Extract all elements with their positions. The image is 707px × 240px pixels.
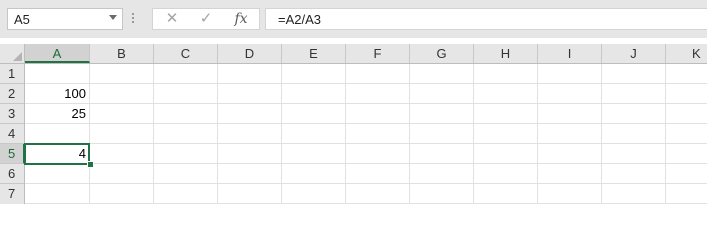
- formula-input[interactable]: =A2/A3: [265, 8, 707, 30]
- gridline: [25, 103, 707, 104]
- resize-grip-icon[interactable]: [132, 13, 135, 27]
- cell-a2[interactable]: 100: [25, 84, 89, 104]
- name-box[interactable]: A5: [7, 8, 123, 30]
- chevron-down-icon[interactable]: [109, 15, 117, 20]
- row-header-7[interactable]: 7: [0, 184, 24, 204]
- formula-text: =A2/A3: [278, 12, 322, 27]
- gridline: [25, 203, 707, 204]
- select-all-button[interactable]: [0, 44, 25, 64]
- insert-function-icon[interactable]: fx: [230, 10, 252, 28]
- cell-a3[interactable]: 25: [25, 104, 89, 124]
- gridline: [25, 143, 707, 144]
- gridline: [25, 83, 707, 84]
- column-header-k[interactable]: K: [666, 44, 707, 63]
- row-header-2[interactable]: 2: [0, 84, 24, 104]
- column-headers: A B C D E F G H I J K: [25, 44, 707, 64]
- column-header-h[interactable]: H: [474, 44, 538, 63]
- row-header-3[interactable]: 3: [0, 104, 24, 124]
- cell-area[interactable]: 100 25 4: [25, 64, 707, 204]
- row-header-5[interactable]: 5: [0, 144, 25, 164]
- formula-bar-area: A5 ✕ ✓ fx =A2/A3: [0, 0, 707, 38]
- column-header-a[interactable]: A: [25, 44, 90, 63]
- column-header-j[interactable]: J: [602, 44, 666, 63]
- worksheet-grid: A B C D E F G H I J K 1 2 3 4 5 6 7 100 …: [0, 38, 707, 204]
- cancel-icon[interactable]: ✕: [161, 10, 183, 28]
- column-header-i[interactable]: I: [538, 44, 602, 63]
- row-header-4[interactable]: 4: [0, 124, 24, 144]
- enter-icon[interactable]: ✓: [195, 10, 217, 28]
- column-header-b[interactable]: B: [90, 44, 154, 63]
- formula-tools: ✕ ✓ fx: [152, 8, 260, 30]
- column-header-c[interactable]: C: [154, 44, 218, 63]
- row-header-1[interactable]: 1: [0, 64, 24, 84]
- select-all-icon: [13, 52, 22, 61]
- column-header-d[interactable]: D: [218, 44, 282, 63]
- gridline: [25, 163, 707, 164]
- active-cell-border: [24, 143, 90, 165]
- row-headers: 1 2 3 4 5 6 7: [0, 64, 25, 204]
- name-box-value: A5: [14, 12, 30, 27]
- gridline: [25, 183, 707, 184]
- column-header-g[interactable]: G: [410, 44, 474, 63]
- fill-handle[interactable]: [87, 161, 94, 168]
- gridline: [25, 123, 707, 124]
- column-header-e[interactable]: E: [282, 44, 346, 63]
- row-header-6[interactable]: 6: [0, 164, 24, 184]
- column-header-f[interactable]: F: [346, 44, 410, 63]
